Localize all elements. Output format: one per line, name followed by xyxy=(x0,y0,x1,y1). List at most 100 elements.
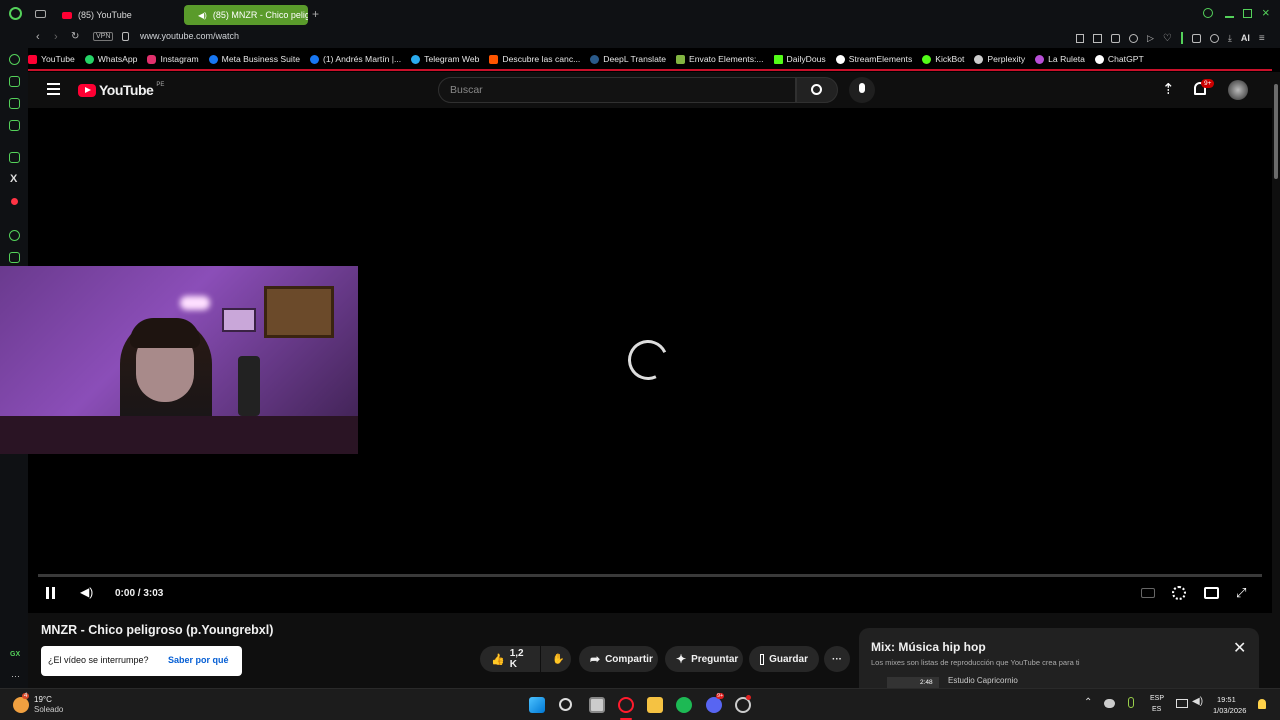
bookmark-kickbot[interactable]: KickBot xyxy=(922,54,964,64)
theater-mode-icon[interactable] xyxy=(1204,587,1219,599)
tab-youtube[interactable]: (85) YouTube xyxy=(54,5,182,25)
show-hidden-icons-icon[interactable]: ⌃ xyxy=(1084,697,1092,708)
tracker-icon[interactable] xyxy=(1129,33,1138,43)
mix-item-thumbnail[interactable]: 2:48 xyxy=(887,677,939,688)
page-scrollbar[interactable] xyxy=(1272,72,1280,688)
player-icon[interactable] xyxy=(9,230,20,241)
close-window-button[interactable]: × xyxy=(1262,5,1270,20)
share-button[interactable]: ➦ Compartir xyxy=(579,646,658,672)
new-tab-button[interactable]: + xyxy=(312,7,319,21)
volume-tray-icon[interactable]: ◀) xyxy=(1192,696,1203,707)
pin-icon[interactable] xyxy=(1076,33,1084,43)
learn-why-link[interactable]: Saber por qué xyxy=(168,655,229,665)
search-input[interactable]: Buscar xyxy=(438,77,796,103)
forward-button[interactable]: › xyxy=(54,31,58,43)
task-view-icon[interactable] xyxy=(589,697,605,713)
gx-control-icon[interactable] xyxy=(9,54,20,65)
discord-icon[interactable] xyxy=(706,697,722,713)
windows-start-icon[interactable] xyxy=(529,697,545,713)
network-icon[interactable] xyxy=(1176,699,1188,708)
onedrive-icon[interactable] xyxy=(1104,699,1115,708)
upload-icon[interactable]: ⇡ xyxy=(1162,80,1175,98)
bookmark-meta-business[interactable]: Meta Business Suite xyxy=(208,54,300,64)
scrollbar-thumb[interactable] xyxy=(1274,84,1278,179)
bookmark-streamelements[interactable]: StreamElements xyxy=(835,54,912,64)
extensions-icon[interactable] xyxy=(1191,33,1201,43)
bookmark-youtube[interactable]: YouTube xyxy=(28,54,75,64)
download-icon[interactable]: ⤓ xyxy=(1228,33,1232,44)
avatar[interactable] xyxy=(1228,80,1248,100)
history-icon[interactable] xyxy=(9,252,20,263)
clock-time[interactable]: 19:51 xyxy=(1217,695,1236,704)
taskbar-search-icon[interactable] xyxy=(559,698,572,711)
bookmark-label: Envato Elements:... xyxy=(689,54,764,64)
hamburger-menu-icon[interactable] xyxy=(47,83,60,95)
vpn-badge[interactable]: VPN xyxy=(93,32,114,41)
webcam-overlay xyxy=(0,266,358,454)
easy-setup-icon[interactable]: ≡ xyxy=(1259,33,1265,44)
twitch-icon[interactable] xyxy=(9,152,20,163)
snapshot-icon[interactable] xyxy=(1093,33,1102,43)
speaker-icon[interactable]: ◀) xyxy=(198,11,207,20)
like-button[interactable]: 👍 1,2 K xyxy=(480,646,540,672)
progress-bar[interactable] xyxy=(38,574,1262,577)
opera-gx-logo-icon[interactable] xyxy=(9,7,22,20)
youtube-logo[interactable]: YouTube PE xyxy=(78,82,164,98)
ask-button[interactable]: ✦ Preguntar xyxy=(665,646,743,672)
bookmark-chatgpt[interactable]: ChatGPT xyxy=(1094,54,1144,64)
app-alert-dot xyxy=(746,695,751,700)
gx-corner-icon[interactable] xyxy=(9,76,20,87)
reload-button[interactable]: ↻ xyxy=(71,31,79,42)
voice-search-button[interactable] xyxy=(849,77,875,103)
bookmark-perplexity[interactable]: Perplexity xyxy=(974,54,1025,64)
weather-sun-icon[interactable] xyxy=(13,697,29,713)
bookmark-telegram[interactable]: Telegram Web xyxy=(411,54,479,64)
lock-icon[interactable] xyxy=(122,32,129,41)
minimize-button[interactable] xyxy=(1225,16,1234,18)
aria-ai-button[interactable]: AI xyxy=(1241,33,1250,43)
fullscreen-icon[interactable]: ⤢ xyxy=(1236,585,1246,601)
tab-islands-icon[interactable] xyxy=(35,10,46,18)
notification-bell-icon[interactable] xyxy=(1258,699,1266,709)
bookmark-deepl[interactable]: DeepL Translate xyxy=(590,54,666,64)
pause-icon[interactable] xyxy=(46,587,49,599)
bookmark-whatsapp[interactable]: WhatsApp xyxy=(84,54,137,64)
volume-icon[interactable]: ◀) xyxy=(80,585,93,599)
account-icon[interactable] xyxy=(1209,33,1219,43)
tab-mnzr-video[interactable]: ◀) (85) MNZR - Chico peligroso xyxy=(184,5,308,25)
search-button[interactable] xyxy=(796,77,838,103)
url-field[interactable]: www.youtube.com/watch xyxy=(140,31,239,41)
file-explorer-icon[interactable] xyxy=(647,697,663,713)
mix-item-channel[interactable]: Estudio Capricornio xyxy=(948,676,1018,685)
weather-temp[interactable]: 19°C xyxy=(34,695,52,704)
heart-icon[interactable]: ♡ xyxy=(1163,33,1172,44)
bookmark-instagram[interactable]: Instagram xyxy=(147,54,199,64)
mods-icon[interactable] xyxy=(9,120,20,131)
notification-dot-icon[interactable] xyxy=(11,198,18,205)
back-button[interactable]: ‹ xyxy=(36,31,40,43)
adblock-icon[interactable] xyxy=(1111,33,1120,43)
video-info: MNZR - Chico peligroso (p.Youngrebxl) ¿E… xyxy=(28,613,1272,688)
save-button[interactable]: Guardar xyxy=(749,646,819,672)
settings-gear-icon[interactable] xyxy=(1172,586,1186,600)
opera-gx-taskbar-icon[interactable] xyxy=(618,697,634,713)
gx-cleaner-icon[interactable] xyxy=(9,98,20,109)
bookmark-dailydous[interactable]: DailyDous xyxy=(773,54,826,64)
play-icon[interactable]: ▷ xyxy=(1147,33,1154,44)
close-mix-icon[interactable]: ✕ xyxy=(1233,638,1246,658)
dislike-button[interactable]: ✋ xyxy=(541,646,571,672)
more-icon[interactable]: ··· xyxy=(11,671,20,681)
x-twitter-icon[interactable]: X xyxy=(10,173,17,185)
bookmark-la-ruleta[interactable]: La Ruleta xyxy=(1035,54,1085,64)
search-icon[interactable] xyxy=(1203,8,1213,18)
bookmark-soundcloud[interactable]: Descubre las canc... xyxy=(489,54,580,64)
bookmark-facebook[interactable]: (1) Andrés Martín |... xyxy=(310,54,401,64)
spotify-icon[interactable] xyxy=(676,697,692,713)
gx-label[interactable]: GX xyxy=(10,651,20,658)
mic-tray-icon[interactable] xyxy=(1128,697,1134,708)
maximize-button[interactable] xyxy=(1243,9,1252,18)
subtitles-icon[interactable] xyxy=(1141,588,1155,598)
more-actions-button[interactable]: ··· xyxy=(824,646,850,672)
language-indicator[interactable]: ESP xyxy=(1150,695,1164,702)
bookmark-envato[interactable]: Envato Elements:... xyxy=(676,54,764,64)
